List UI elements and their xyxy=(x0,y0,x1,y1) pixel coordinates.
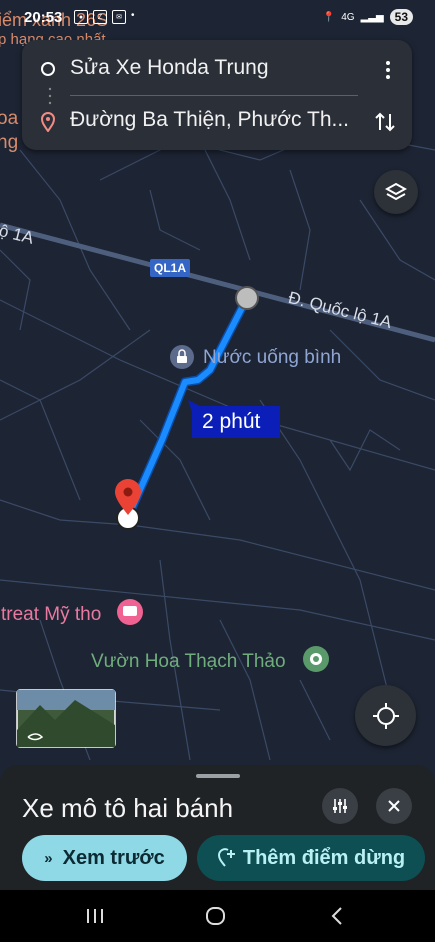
add-stop-button-label: Thêm điểm dừng xyxy=(242,846,406,869)
layers-button[interactable] xyxy=(374,170,418,214)
map-label-partial: ng xyxy=(0,132,19,153)
signal-icon: ▂▃▅ xyxy=(360,11,384,23)
my-location-button[interactable] xyxy=(355,685,416,746)
travel-mode-title: Xe mô tô hai bánh xyxy=(22,793,234,823)
destination-pin-icon xyxy=(40,112,56,132)
destination-field[interactable]: Đường Ba Thiện, Phước Th... xyxy=(70,108,360,132)
highway-shield: QL1A xyxy=(150,259,191,277)
more-options-icon[interactable] xyxy=(384,59,392,81)
double-chevron-icon: » xyxy=(44,849,53,867)
origin-circle-icon xyxy=(41,62,55,76)
preview-button[interactable]: » Xem trước xyxy=(22,835,187,881)
crosshair-icon xyxy=(372,702,399,729)
status-time: 20:53 xyxy=(24,9,63,26)
street-view-thumbnail[interactable] xyxy=(17,690,115,747)
directions-card: Sửa Xe Honda Trung Đường Ba Thiện, Phước… xyxy=(22,40,412,150)
network-type: 4G xyxy=(341,11,355,23)
home-icon[interactable] xyxy=(205,906,227,926)
system-nav-bar xyxy=(0,890,435,942)
card-divider xyxy=(70,95,358,96)
zalo-icon: Z xyxy=(93,10,107,24)
back-icon[interactable] xyxy=(330,906,344,926)
sliders-icon xyxy=(333,799,347,813)
add-stop-pin-icon xyxy=(217,848,235,867)
poi-vuon-hoa-thach-thao[interactable]: Vườn Hoa Thạch Thảo xyxy=(91,651,286,673)
origin-field[interactable]: Sửa Xe Honda Trung xyxy=(70,56,360,80)
route-eta-label[interactable]: 2 phút xyxy=(202,410,260,434)
map-label-partial: oa xyxy=(0,108,19,129)
layers-icon xyxy=(385,182,407,201)
close-button[interactable] xyxy=(376,788,412,824)
battery-level: 53 xyxy=(389,9,413,25)
add-stop-button[interactable]: Thêm điểm dừng xyxy=(197,835,425,881)
drag-handle[interactable] xyxy=(196,774,240,778)
route-options-button[interactable] xyxy=(322,788,358,824)
notification-icon: ● xyxy=(74,10,88,24)
more-dot-icon: • xyxy=(131,10,135,21)
recent-apps-icon[interactable] xyxy=(85,907,105,925)
message-icon: ✉ xyxy=(112,10,126,24)
location-icon: 📍 xyxy=(322,11,336,23)
swap-icon[interactable] xyxy=(374,110,396,134)
status-bar: 20:53 ● Z ✉ • 📍 4G ▂▃▅ 53 xyxy=(0,0,435,36)
preview-button-label: Xem trước xyxy=(62,846,165,869)
poi-retreat-my-tho[interactable]: treat Mỹ tho xyxy=(1,604,101,626)
close-icon xyxy=(388,800,400,812)
poi-nuoc-uong-binh[interactable]: Nước uống bình xyxy=(203,347,341,369)
bottom-sheet: Xe mô tô hai bánh » Xem trước Thêm điểm … xyxy=(0,765,435,890)
